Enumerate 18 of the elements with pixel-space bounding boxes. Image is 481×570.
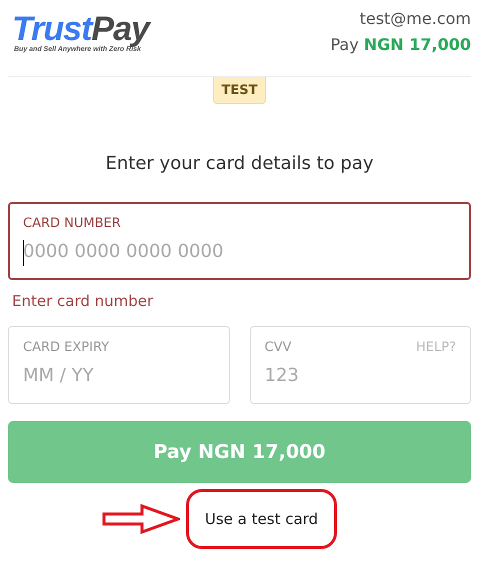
test-mode-badge: TEST	[212, 77, 266, 104]
test-card-link[interactable]: Use a test card	[186, 489, 338, 549]
field-frame[interactable]: CVV HELP? 123	[250, 326, 471, 404]
field-label: CVV	[264, 340, 292, 355]
form-heading: Enter your card details to pay	[104, 153, 374, 174]
field-label: CARD NUMBER	[23, 216, 121, 231]
text-input[interactable]: 0000 0000 0000 0000	[23, 241, 456, 262]
error-message: Enter card number	[12, 292, 154, 310]
field-frame[interactable]: CARD EXPIRY MM / YY	[8, 326, 230, 404]
field-label: CARD EXPIRY	[23, 340, 110, 355]
amount-label: Pay NGN 17,000	[330, 35, 471, 54]
logo-wordmark: TrustPay	[12, 12, 149, 46]
text-caret	[23, 240, 24, 266]
text-input[interactable]: MM / YY	[23, 365, 214, 386]
help-link[interactable]: HELP?	[416, 340, 456, 355]
text-input[interactable]: 123	[264, 365, 456, 386]
customer-email: test@me.com	[358, 8, 471, 30]
field-frame[interactable]: CARD NUMBER 0000 0000 0000 0000	[8, 202, 471, 280]
